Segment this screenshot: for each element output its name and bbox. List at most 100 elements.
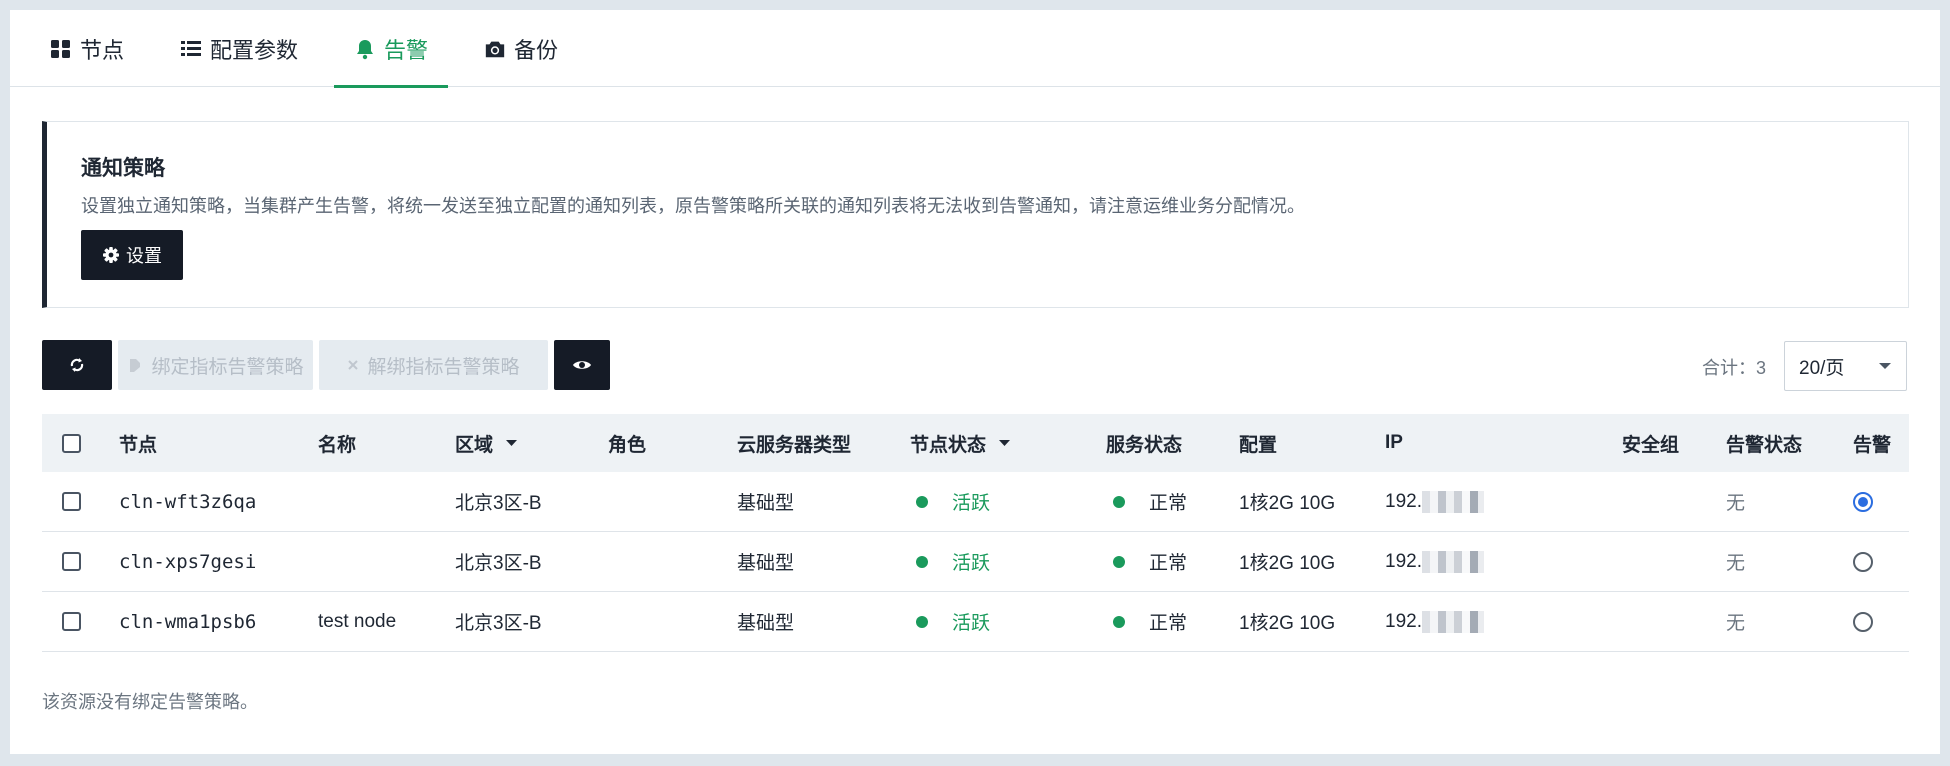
node-config: 1核2G 10G bbox=[1239, 553, 1336, 574]
node-id[interactable]: cln-xps7gesi bbox=[119, 551, 256, 573]
row-checkbox-cell bbox=[62, 552, 81, 571]
status-dot bbox=[1113, 495, 1125, 508]
filter-caret-icon bbox=[999, 440, 1011, 446]
node-ip: 192. bbox=[1385, 490, 1484, 513]
tab-alarm[interactable]: 告警 bbox=[334, 10, 449, 88]
service-status: 正常 bbox=[1113, 608, 1187, 635]
tab-config-params[interactable]: 配置参数 bbox=[160, 10, 318, 87]
bell-icon bbox=[354, 38, 376, 60]
list-icon bbox=[180, 38, 202, 60]
header-alarm-status: 告警状态 bbox=[1726, 434, 1803, 456]
select-all-cell bbox=[62, 433, 81, 453]
status-dot bbox=[1113, 555, 1125, 568]
ip-redacted bbox=[1421, 550, 1484, 573]
ip-text: 192. bbox=[1385, 550, 1422, 572]
refresh-button[interactable] bbox=[42, 340, 112, 390]
header-service-status: 服务状态 bbox=[1106, 434, 1183, 456]
header-ip: IP bbox=[1385, 432, 1403, 453]
ip-text: 192. bbox=[1385, 490, 1422, 512]
tab-label: 备份 bbox=[514, 37, 559, 63]
ip-redacted bbox=[1421, 610, 1484, 633]
notice-title: 通知策略 bbox=[81, 157, 165, 180]
alarm-radio[interactable] bbox=[1853, 551, 1873, 572]
bind-alarm-policy-button[interactable]: 绑定指标告警策略 bbox=[118, 340, 313, 390]
node-ip: 192. bbox=[1385, 610, 1484, 633]
grid-icon bbox=[50, 38, 72, 60]
header-role: 角色 bbox=[608, 434, 647, 456]
alarm-radio-cell bbox=[1853, 491, 1873, 512]
node-status: 活跃 bbox=[916, 488, 990, 515]
header-alarm: 告警 bbox=[1853, 434, 1892, 456]
header-region-label: 区域 bbox=[455, 434, 494, 456]
node-status-text: 活跃 bbox=[952, 613, 991, 634]
row-checkbox-cell bbox=[62, 492, 81, 511]
select-all-checkbox[interactable] bbox=[62, 433, 81, 453]
page-size-select[interactable]: 20/页 bbox=[1784, 341, 1907, 391]
node-status-text: 活跃 bbox=[952, 493, 991, 514]
header-security-group: 安全组 bbox=[1622, 434, 1680, 456]
service-status: 正常 bbox=[1113, 488, 1187, 515]
table-header: 节点 名称 区域 角色 云服务器类型 节点状态 服务状态 配置 IP 安全组 告… bbox=[42, 414, 1909, 472]
status-dot bbox=[1113, 615, 1125, 628]
table-row[interactable]: cln-xps7gesi 北京3区-B 基础型 活跃 正常 1核2G 10G 1… bbox=[42, 532, 1909, 592]
column-visibility-button[interactable] bbox=[554, 340, 610, 390]
table-row[interactable]: cln-wft3z6qa 北京3区-B 基础型 活跃 正常 1核2G 10G 1… bbox=[42, 472, 1909, 532]
ip-redacted bbox=[1421, 490, 1484, 513]
node-alarm-status: 无 bbox=[1726, 613, 1746, 634]
close-icon bbox=[348, 360, 359, 370]
header-node-status-label: 节点状态 bbox=[910, 434, 987, 456]
status-dot bbox=[916, 555, 928, 568]
service-status: 正常 bbox=[1113, 548, 1187, 575]
node-status: 活跃 bbox=[916, 608, 990, 635]
bind-button-label: 绑定指标告警策略 bbox=[151, 356, 304, 378]
status-dot bbox=[916, 495, 928, 508]
header-node-status[interactable]: 节点状态 bbox=[910, 430, 1011, 457]
eye-icon bbox=[573, 361, 591, 369]
node-id[interactable]: cln-wma1psb6 bbox=[119, 611, 256, 633]
tab-backup[interactable]: 备份 bbox=[464, 10, 578, 87]
tab-label: 配置参数 bbox=[210, 37, 299, 63]
row-checkbox[interactable] bbox=[62, 552, 81, 571]
gear-icon bbox=[103, 247, 119, 263]
table-toolbar: 绑定指标告警策略 解绑指标告警策略 bbox=[42, 340, 610, 390]
node-config: 1核2G 10G bbox=[1239, 493, 1336, 514]
node-status-text: 活跃 bbox=[952, 553, 991, 574]
node-server-type: 基础型 bbox=[737, 553, 795, 574]
settings-button[interactable]: 设置 bbox=[81, 230, 183, 280]
total-count: 合计：3 bbox=[1702, 358, 1767, 378]
tab-bar: 节点 配置参数 告警 备份 bbox=[10, 10, 1940, 88]
row-checkbox[interactable] bbox=[62, 612, 81, 631]
tab-label: 告警 bbox=[384, 37, 429, 63]
header-name: 名称 bbox=[318, 434, 357, 456]
node-id[interactable]: cln-wft3z6qa bbox=[119, 491, 256, 513]
tab-nodes[interactable]: 节点 bbox=[30, 10, 144, 87]
node-alarm-status: 无 bbox=[1726, 553, 1746, 574]
row-checkbox[interactable] bbox=[62, 492, 81, 511]
node-status: 活跃 bbox=[916, 548, 990, 575]
ip-text: 192. bbox=[1385, 610, 1422, 632]
node-region: 北京3区-B bbox=[455, 493, 542, 514]
alarm-radio[interactable] bbox=[1853, 611, 1873, 632]
page-size-value: 20/页 bbox=[1799, 357, 1845, 379]
camera-icon bbox=[484, 38, 506, 60]
node-alarm-status: 无 bbox=[1726, 493, 1746, 514]
alarm-radio[interactable] bbox=[1853, 491, 1873, 512]
alarm-radio-cell bbox=[1853, 551, 1873, 572]
node-ip: 192. bbox=[1385, 550, 1484, 573]
alarm-radio-cell bbox=[1853, 611, 1873, 632]
header-server-type: 云服务器类型 bbox=[737, 434, 852, 456]
refresh-icon bbox=[70, 358, 84, 372]
node-region: 北京3区-B bbox=[455, 613, 542, 634]
table-row[interactable]: cln-wma1psb6 test node 北京3区-B 基础型 活跃 正常 … bbox=[42, 592, 1909, 652]
row-checkbox-cell bbox=[62, 612, 81, 631]
alarm-page: 节点 配置参数 告警 备份 通知策略 设置独立通知策略，当集群产生告警，将统一发… bbox=[10, 10, 1940, 754]
chevron-down-icon bbox=[1879, 363, 1891, 369]
unbind-button-label: 解绑指标告警策略 bbox=[367, 356, 520, 378]
header-region[interactable]: 区域 bbox=[455, 430, 518, 457]
notification-policy-panel: 通知策略 设置独立通知策略，当集群产生告警，将统一发送至独立配置的通知列表，原告… bbox=[42, 121, 1909, 308]
node-server-type: 基础型 bbox=[737, 493, 795, 514]
status-dot bbox=[916, 615, 928, 628]
unbind-alarm-policy-button[interactable]: 解绑指标告警策略 bbox=[319, 340, 548, 390]
node-region: 北京3区-B bbox=[455, 553, 542, 574]
header-config: 配置 bbox=[1239, 434, 1278, 456]
